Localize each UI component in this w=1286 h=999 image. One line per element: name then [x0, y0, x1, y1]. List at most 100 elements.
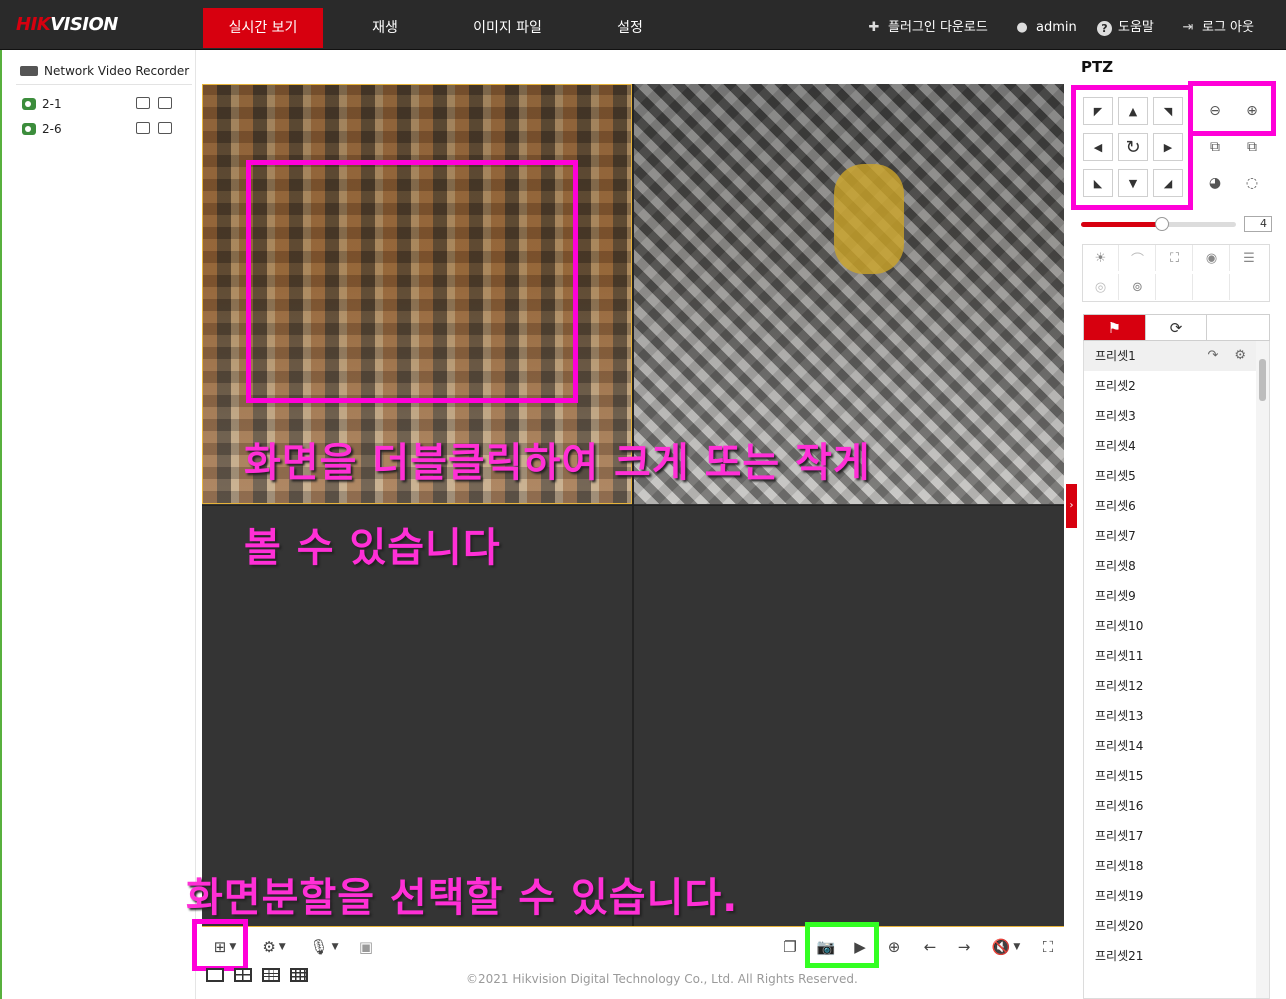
- preset-item[interactable]: 프리셋14: [1084, 731, 1256, 761]
- logout-label: 로그 아웃: [1202, 20, 1254, 35]
- preset-item[interactable]: 프리셋21: [1084, 941, 1256, 971]
- ptz-speed-handle[interactable]: [1154, 217, 1169, 231]
- preset-label: 프리셋18: [1095, 859, 1144, 873]
- tab-live-view[interactable]: 실시간 보기: [203, 8, 323, 48]
- preset-label: 프리셋14: [1095, 739, 1144, 753]
- layout-1x1-icon[interactable]: [206, 968, 224, 982]
- next-page-button[interactable]: →: [952, 935, 976, 959]
- preset-items: 프리셋1 ↷ ⚙ 프리셋2 프리셋3 프리셋4 프리셋5 프리셋6 프리셋7 프리셋8 프리셋9 프리…: [1084, 341, 1269, 971]
- camera-item[interactable]: 2-6: [22, 120, 182, 138]
- camera-label: 2-6: [42, 122, 62, 136]
- preset-item[interactable]: 프리셋4: [1084, 431, 1256, 461]
- ezoom-button[interactable]: ▣: [354, 935, 378, 959]
- digital-zoom-button[interactable]: ⊕: [882, 935, 906, 959]
- layout-2x2-icon[interactable]: [234, 968, 252, 982]
- tab-playback[interactable]: 재생: [335, 8, 435, 48]
- tab-patrol[interactable]: ⟳: [1146, 315, 1208, 340]
- preset-item[interactable]: 프리셋9: [1084, 581, 1256, 611]
- lens-init-button[interactable]: ◉: [1194, 245, 1230, 271]
- video-pane-4[interactable]: [634, 505, 1064, 926]
- help-link[interactable]: ? 도움말: [1097, 18, 1154, 38]
- previous-page-button[interactable]: ←: [918, 935, 942, 959]
- stop-all-button[interactable]: ❐: [778, 935, 802, 959]
- preset-label: 프리셋8: [1095, 559, 1136, 573]
- user-menu[interactable]: ● admin: [1014, 18, 1076, 38]
- stream-type-icon[interactable]: [158, 97, 172, 109]
- collapse-ptz-handle[interactable]: ›: [1066, 484, 1077, 528]
- tab-configuration[interactable]: 설정: [580, 8, 680, 48]
- focus-near-button[interactable]: ⧉: [1200, 134, 1230, 160]
- layout-3x3-icon[interactable]: [262, 968, 280, 982]
- preset-label: 프리셋21: [1095, 949, 1144, 963]
- preset-label: 프리셋19: [1095, 889, 1144, 903]
- chevron-down-icon: ▼: [1013, 942, 1021, 952]
- screen-icon: ▣: [358, 938, 374, 956]
- volume-button[interactable]: 🔇 ▼: [988, 935, 1024, 959]
- manual-tracking-button[interactable]: ◎: [1083, 274, 1119, 300]
- preset-item[interactable]: 프리셋2: [1084, 371, 1256, 401]
- preset-item[interactable]: 프리셋10: [1084, 611, 1256, 641]
- preset-item[interactable]: 프리셋8: [1084, 551, 1256, 581]
- ptz-speed-value[interactable]: 4: [1244, 216, 1272, 232]
- preset-label: 프리셋4: [1095, 439, 1136, 453]
- nvr-label: Network Video Recorder: [44, 64, 190, 78]
- stream-type-icon[interactable]: [158, 122, 172, 134]
- preset-item[interactable]: 프리셋11: [1084, 641, 1256, 671]
- gear-icon[interactable]: ⚙: [1234, 341, 1246, 371]
- 3d-positioning-button[interactable]: ⊚: [1120, 274, 1156, 300]
- preset-scroll-thumb[interactable]: [1259, 359, 1266, 401]
- top-navigation-bar: HIKVISION 실시간 보기 재생 이미지 파일 설정 ✚ 플러그인 다운로…: [0, 0, 1286, 50]
- fullscreen-button[interactable]: ⛶: [1036, 935, 1060, 959]
- plugin-download-link[interactable]: ✚ 플러그인 다운로드: [866, 18, 988, 38]
- preset-item[interactable]: 프리셋17: [1084, 821, 1256, 851]
- tab-picture[interactable]: 이미지 파일: [450, 8, 565, 48]
- preset-item[interactable]: 프리셋5: [1084, 461, 1256, 491]
- flag-icon: ⚑: [1107, 318, 1122, 337]
- light-button[interactable]: ☀: [1083, 245, 1119, 271]
- preset-item[interactable]: 프리셋7: [1084, 521, 1256, 551]
- preset-scrollbar[interactable]: [1256, 341, 1269, 998]
- copyright-footer: ©2021 Hikvision Digital Technology Co., …: [466, 972, 858, 986]
- focus-far-button[interactable]: ⧉: [1237, 134, 1267, 160]
- preset-item[interactable]: 프리셋18: [1084, 851, 1256, 881]
- camera-label: 2-1: [42, 97, 62, 111]
- ptz-function-grid: ☀ ⌒ ⛶ ◉ ☰ ◎ ⊚: [1082, 244, 1270, 302]
- preset-item[interactable]: 프리셋20: [1084, 911, 1256, 941]
- menu-button[interactable]: ☰: [1231, 245, 1267, 271]
- wiper-button[interactable]: ⌒: [1120, 245, 1156, 271]
- logout-link[interactable]: ⇥ 로그 아웃: [1180, 18, 1254, 38]
- windows-icon: ❐: [783, 938, 797, 956]
- stream-type-button[interactable]: ⚙ ▼: [256, 935, 292, 959]
- tab-preset[interactable]: ⚑: [1084, 315, 1146, 340]
- annotation-double-click-line1: 화면을 더블클릭하여 크게 또는 작게: [244, 440, 871, 486]
- preset-item[interactable]: 프리셋12: [1084, 671, 1256, 701]
- preset-item[interactable]: 프리셋13: [1084, 701, 1256, 731]
- ptz-speed-slider[interactable]: [1081, 217, 1236, 231]
- 3d-icon: ⊚: [1132, 279, 1143, 295]
- preset-label: 프리셋6: [1095, 499, 1136, 513]
- mute-icon: 🔇: [991, 938, 1011, 956]
- preset-item[interactable]: 프리셋15: [1084, 761, 1256, 791]
- preset-label: 프리셋13: [1095, 709, 1144, 723]
- auto-focus-button[interactable]: ⛶: [1157, 245, 1193, 271]
- iris-open-button[interactable]: ◕: [1200, 170, 1230, 196]
- preset-item[interactable]: 프리셋16: [1084, 791, 1256, 821]
- preset-label: 프리셋9: [1095, 589, 1136, 603]
- audio-talk-button[interactable]: 🎙 ▼: [306, 935, 342, 959]
- preset-item[interactable]: 프리셋1 ↷ ⚙: [1084, 341, 1256, 371]
- camera-icon: [22, 98, 36, 110]
- iris-close-button[interactable]: ◌: [1237, 170, 1267, 196]
- nvr-root-node[interactable]: Network Video Recorder: [20, 64, 189, 78]
- record-icon[interactable]: [136, 97, 150, 109]
- iris-open-icon: ◕: [1208, 175, 1222, 191]
- record-icon[interactable]: [136, 122, 150, 134]
- camera-item[interactable]: 2-1: [22, 95, 182, 113]
- preset-item[interactable]: 프리셋3: [1084, 401, 1256, 431]
- call-preset-icon[interactable]: ↷: [1207, 341, 1218, 371]
- preset-item[interactable]: 프리셋6: [1084, 491, 1256, 521]
- tab-pattern[interactable]: [1207, 315, 1269, 340]
- preset-item[interactable]: 프리셋19: [1084, 881, 1256, 911]
- hikvision-logo: HIKVISION: [16, 14, 118, 35]
- layout-4x4-icon[interactable]: [290, 968, 308, 982]
- highlight-box-ptz-direction: [1071, 85, 1193, 210]
